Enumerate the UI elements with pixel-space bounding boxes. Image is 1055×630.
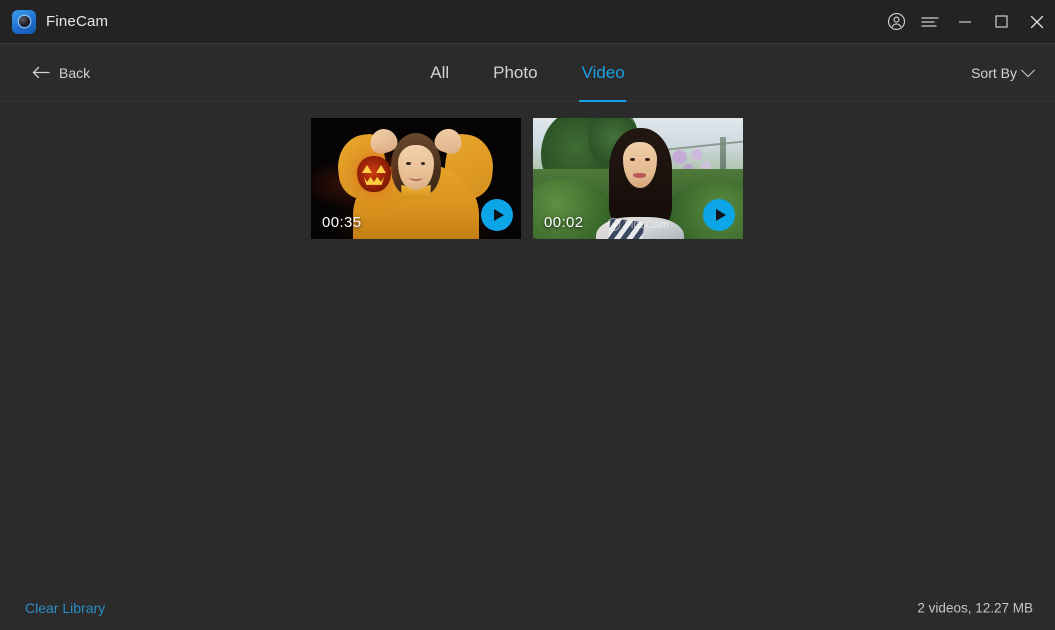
- window-controls: [879, 0, 1055, 43]
- video-grid: 00:35 FineCam 00:02: [311, 118, 743, 239]
- title-bar-left: FineCam: [0, 9, 109, 34]
- finecam-logo-icon: [12, 9, 36, 34]
- title-bar: FineCam: [0, 0, 1055, 44]
- play-icon[interactable]: [481, 199, 513, 231]
- library-footer: Clear Library 2 videos, 12.27 MB: [0, 586, 1055, 630]
- hamburger-menu-icon[interactable]: [913, 0, 947, 44]
- video-duration: 00:02: [544, 214, 584, 231]
- video-duration: 00:35: [322, 214, 362, 231]
- arrow-left-icon: [32, 66, 50, 79]
- library-content: 00:35 FineCam 00:02: [0, 102, 1055, 586]
- play-icon[interactable]: [703, 199, 735, 231]
- tab-video[interactable]: Video: [560, 44, 647, 102]
- maximize-icon[interactable]: [983, 0, 1019, 44]
- chevron-down-icon: [1020, 62, 1036, 77]
- finecam-app-window: FineCam Back All Photo Video Sort By 00:…: [0, 0, 1055, 630]
- clear-library-button[interactable]: Clear Library: [25, 600, 105, 616]
- tab-all[interactable]: All: [408, 44, 471, 102]
- tab-photo[interactable]: Photo: [471, 44, 559, 102]
- library-header: Back All Photo Video Sort By: [0, 44, 1055, 102]
- watermark-label: FineCam: [624, 218, 669, 231]
- media-type-tabs: All Photo Video: [408, 44, 647, 102]
- back-button[interactable]: Back: [32, 65, 90, 81]
- list-item[interactable]: FineCam 00:02: [533, 118, 743, 239]
- app-title: FineCam: [46, 13, 109, 30]
- back-label: Back: [59, 64, 91, 81]
- tab-photo-label: Photo: [493, 63, 538, 82]
- list-item[interactable]: 00:35: [311, 118, 521, 239]
- library-info-label: 2 videos, 12.27 MB: [917, 600, 1033, 616]
- tab-video-label: Video: [581, 63, 625, 82]
- close-icon[interactable]: [1019, 0, 1055, 44]
- finecam-watermark-icon: FineCam: [607, 218, 669, 231]
- sort-by-button[interactable]: Sort By: [971, 62, 1036, 81]
- minimize-icon[interactable]: [947, 0, 983, 44]
- tab-all-label: All: [430, 63, 450, 82]
- sort-by-label: Sort By: [971, 64, 1017, 81]
- account-circle-icon[interactable]: [879, 0, 913, 44]
